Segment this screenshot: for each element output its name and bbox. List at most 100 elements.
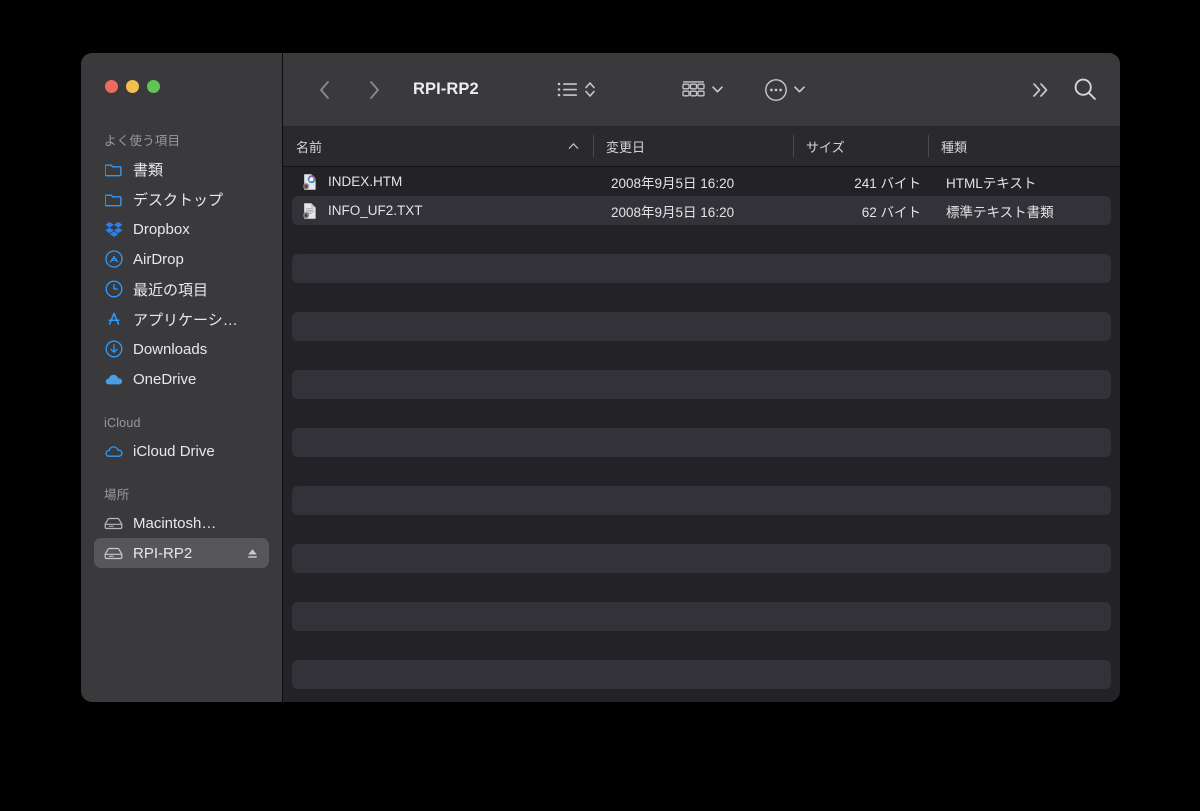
file-name: INDEX.HTM [328, 174, 403, 189]
column-header-date[interactable]: 変更日 [593, 126, 793, 166]
sidebar-item-applications[interactable]: アプリケーシ… [94, 304, 269, 334]
empty-row [292, 428, 1111, 457]
view-switcher[interactable] [557, 80, 596, 99]
window-title: RPI-RP2 [413, 80, 479, 98]
sidebar-item-label: OneDrive [133, 370, 197, 388]
sidebar-item-onedrive[interactable]: OneDrive [94, 364, 269, 394]
file-name: INFO_UF2.TXT [328, 203, 423, 218]
file-name-cell: INDEX.HTM [292, 173, 602, 191]
empty-row [292, 515, 1111, 544]
empty-row [292, 341, 1111, 370]
empty-rows-container [283, 225, 1120, 689]
folder-icon [104, 190, 123, 209]
sidebar-item-rpi-rp2[interactable]: RPI-RP2 [94, 538, 269, 568]
file-date-cell: 2008年9月5日 16:20 [611, 175, 735, 191]
finder-window: よく使う項目 書類 デスクトップ Dropbox AirDrop 最近の項目 ア… [81, 53, 1120, 702]
empty-row [292, 602, 1111, 631]
file-name-cell: INFO_UF2.TXT [292, 202, 602, 220]
empty-row [292, 631, 1111, 660]
file-size-cell: 62 バイト [861, 204, 921, 220]
drive-icon [104, 544, 123, 563]
list-view-icon[interactable] [557, 81, 579, 98]
action-menu-button[interactable] [764, 78, 806, 102]
empty-row [292, 399, 1111, 428]
minimize-button[interactable] [126, 80, 139, 93]
search-icon [1074, 78, 1096, 100]
empty-row [292, 573, 1111, 602]
drive-icon [104, 514, 123, 533]
ellipsis-circle-icon[interactable] [764, 78, 788, 102]
group-by-button[interactable] [682, 80, 724, 100]
dropbox-icon [104, 220, 123, 239]
sidebar-item-label: AirDrop [133, 250, 184, 268]
group-by-icon[interactable] [682, 80, 706, 100]
chevron-up-icon [568, 142, 579, 150]
empty-row [292, 254, 1111, 283]
table-row[interactable]: INFO_UF2.TXT 2008年9月5日 16:20 62 バイト 標準テキ… [292, 196, 1111, 225]
sidebar-item-documents[interactable]: 書類 [94, 154, 269, 184]
empty-row [292, 370, 1111, 399]
sidebar-item-label: 最近の項目 [133, 281, 209, 299]
file-kind-cell: HTMLテキスト [946, 175, 1037, 191]
column-label: 名前 [296, 139, 323, 155]
empty-row [292, 544, 1111, 573]
sidebar-item-label: デスクトップ [133, 191, 224, 209]
column-header-row: 名前 変更日 サイズ 種類 [283, 126, 1120, 167]
toolbar: RPI-RP2 [283, 53, 1120, 126]
close-button[interactable] [105, 80, 118, 93]
file-kind-cell: 標準テキスト書類 [946, 204, 1054, 220]
empty-row [292, 225, 1111, 254]
sidebar-section-favorites-label: よく使う項目 [104, 134, 181, 148]
icloud-icon [104, 442, 123, 461]
empty-row [292, 660, 1111, 689]
column-label: 種類 [941, 139, 968, 155]
airdrop-icon [104, 250, 123, 269]
appstore-icon [104, 310, 123, 329]
sidebar-item-label: アプリケーシ… [133, 311, 238, 329]
clock-icon [104, 280, 123, 299]
eject-icon[interactable] [246, 547, 259, 560]
sidebar-item-dropbox[interactable]: Dropbox [94, 214, 269, 244]
toolbar-overflow-button[interactable] [1031, 81, 1051, 99]
chevron-right-icon [369, 80, 379, 99]
chevron-down-icon[interactable] [793, 85, 806, 94]
file-date-cell: 2008年9月5日 16:20 [611, 204, 735, 220]
content-pane: RPI-RP2 名前 変更日 サイズ 種類 INDEX.HTM 2008年9月5… [282, 53, 1120, 702]
window-controls [81, 53, 282, 106]
column-header-kind[interactable]: 種類 [928, 126, 1120, 166]
column-label: 変更日 [606, 139, 646, 155]
cloud-icon [104, 370, 123, 389]
sidebar-item-label: Dropbox [133, 220, 190, 238]
column-header-size[interactable]: サイズ [793, 126, 928, 166]
table-row[interactable]: INDEX.HTM 2008年9月5日 16:20 241 バイト HTMLテキ… [292, 167, 1111, 196]
sidebar-item-downloads[interactable]: Downloads [94, 334, 269, 364]
folder-icon [104, 160, 123, 179]
forward-button[interactable] [359, 75, 389, 105]
column-header-name[interactable]: 名前 [283, 126, 593, 166]
sidebar-item-label: 書類 [133, 161, 164, 179]
file-list[interactable]: INDEX.HTM 2008年9月5日 16:20 241 バイト HTMLテキ… [283, 167, 1120, 702]
empty-row [292, 486, 1111, 515]
sidebar-item-desktop[interactable]: デスクトップ [94, 184, 269, 214]
chevron-left-icon [319, 80, 329, 99]
sidebar-item-label: Macintosh… [133, 514, 217, 532]
sidebar-section-icloud-label: iCloud [104, 416, 141, 430]
sidebar: よく使う項目 書類 デスクトップ Dropbox AirDrop 最近の項目 ア… [81, 53, 282, 702]
back-button[interactable] [309, 75, 339, 105]
download-icon [104, 340, 123, 359]
chevron-down-icon[interactable] [711, 85, 724, 94]
sidebar-item-icloud-drive[interactable]: iCloud Drive [94, 436, 269, 466]
sidebar-item-airdrop[interactable]: AirDrop [94, 244, 269, 274]
chevron-up-down-icon[interactable] [584, 80, 596, 99]
search-button[interactable] [1073, 77, 1098, 102]
chevron-double-right-icon [1033, 82, 1048, 97]
sidebar-item-label: RPI-RP2 [133, 544, 193, 562]
sidebar-item-macintosh-hd[interactable]: Macintosh… [94, 508, 269, 538]
sidebar-section-locations-label: 場所 [104, 488, 130, 502]
empty-row [292, 457, 1111, 486]
sidebar-item-recents[interactable]: 最近の項目 [94, 274, 269, 304]
sidebar-item-label: iCloud Drive [133, 442, 215, 460]
zoom-button[interactable] [147, 80, 160, 93]
file-size-cell: 241 バイト [854, 175, 921, 191]
sidebar-item-label: Downloads [133, 340, 208, 358]
